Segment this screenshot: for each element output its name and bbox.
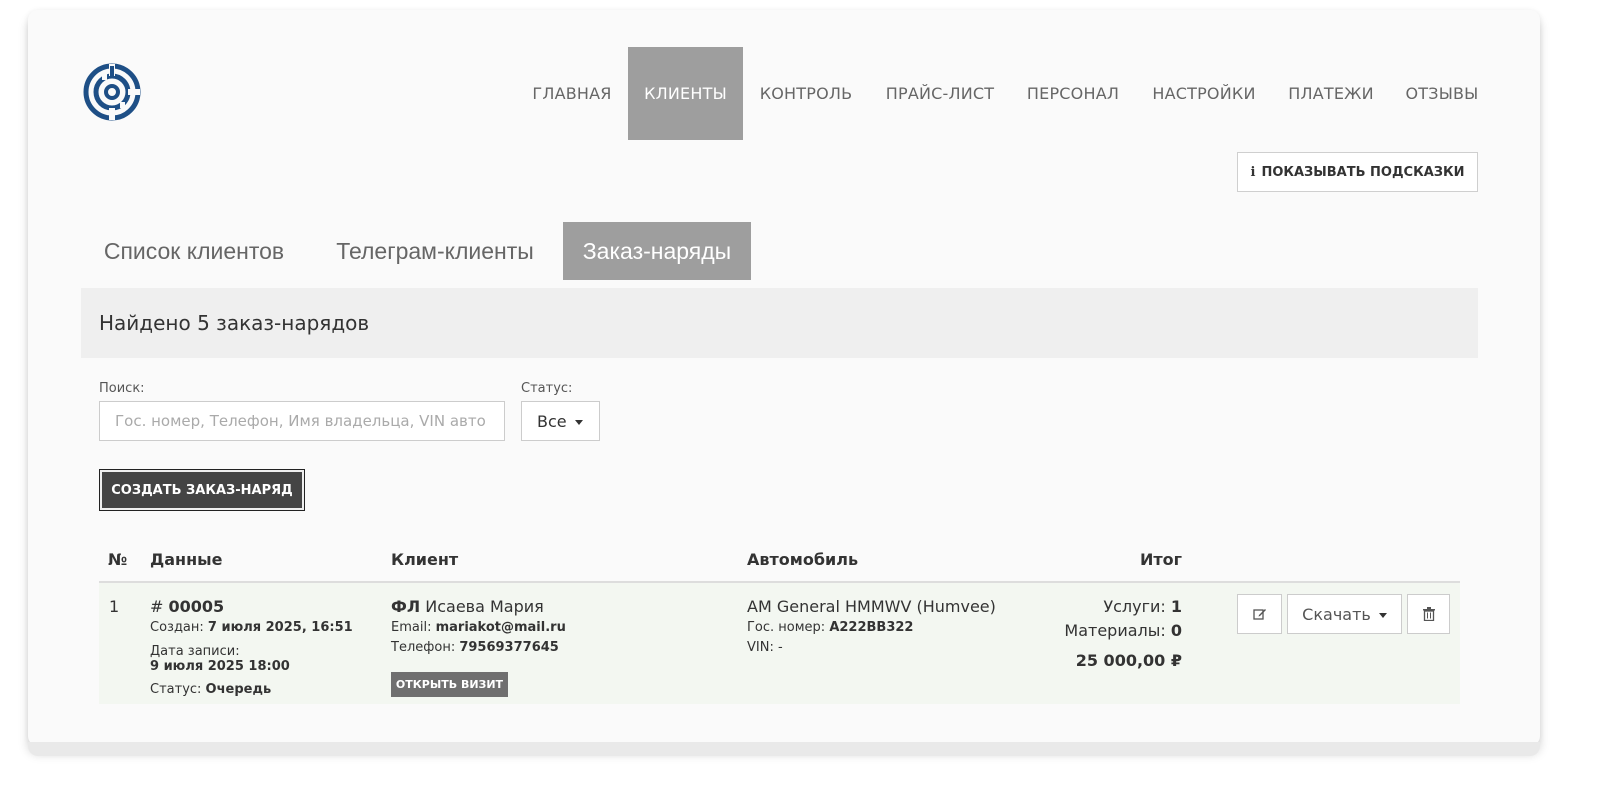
search-label: Поиск: bbox=[99, 381, 145, 396]
open-visit-button[interactable]: ОТКРЫТЬ ВИЗИТ bbox=[391, 672, 508, 697]
tab-telegram-clients[interactable]: Телеграм-клиенты bbox=[315, 222, 555, 280]
tab-client-list[interactable]: Список клиентов bbox=[81, 222, 307, 280]
col-header-data: Данные bbox=[150, 550, 223, 569]
search-input[interactable] bbox=[99, 401, 505, 441]
info-icon: i bbox=[1250, 164, 1256, 180]
caret-down-icon bbox=[574, 419, 583, 425]
results-header: Найдено 5 заказ-нарядов bbox=[81, 288, 1478, 358]
status-select[interactable]: Все bbox=[521, 401, 600, 441]
car-plate: Гос. номер: А222ВВ322 bbox=[747, 620, 914, 635]
order-total: 25 000,00 ₽ bbox=[1075, 651, 1182, 670]
download-label: Скачать bbox=[1302, 604, 1371, 624]
nav-item-control[interactable]: КОНТРОЛЬ bbox=[752, 47, 860, 140]
nav-item-clients[interactable]: КЛИЕНТЫ bbox=[628, 47, 743, 140]
nav-item-payments[interactable]: ПЛАТЕЖИ bbox=[1282, 47, 1380, 140]
status-value: Все bbox=[537, 411, 567, 431]
nav-item-settings[interactable]: НАСТРОЙКИ bbox=[1145, 47, 1263, 140]
nav-item-staff[interactable]: ПЕРСОНАЛ bbox=[1020, 47, 1126, 140]
client-email: Email: mariakot@mail.ru bbox=[391, 620, 566, 635]
services-count: Услуги: 1 bbox=[1103, 597, 1182, 616]
edit-button[interactable] bbox=[1237, 594, 1282, 634]
appointment-date: 9 июля 2025 18:00 bbox=[150, 659, 290, 674]
client-name[interactable]: ФЛ Исаева Мария bbox=[391, 597, 544, 616]
edit-icon bbox=[1252, 609, 1266, 620]
status-label: Статус: bbox=[521, 381, 573, 396]
nav-item-reviews[interactable]: ОТЗЫВЫ bbox=[1398, 47, 1486, 140]
col-header-num: № bbox=[108, 550, 128, 569]
client-phone: Телефон: 79569377645 bbox=[391, 640, 559, 655]
trash-icon bbox=[1422, 607, 1435, 621]
show-hints-label: ПОКАЗЫВАТЬ ПОДСКАЗКИ bbox=[1261, 164, 1465, 180]
nav-item-pricelist[interactable]: ПРАЙС-ЛИСТ bbox=[878, 47, 1002, 140]
order-status: Статус: Очередь bbox=[150, 682, 272, 697]
car-model: AM General HMMWV (Humvee) bbox=[747, 597, 996, 616]
appointment-label: Дата записи: bbox=[150, 644, 240, 659]
results-count: Найдено 5 заказ-нарядов bbox=[99, 311, 370, 335]
row-number: 1 bbox=[109, 597, 120, 616]
caret-down-icon bbox=[1378, 612, 1387, 618]
col-header-total: Итог bbox=[1139, 550, 1182, 569]
create-work-order-button[interactable]: СОЗДАТЬ ЗАКАЗ-НАРЯД bbox=[99, 469, 305, 511]
download-button[interactable]: Скачать bbox=[1287, 594, 1402, 634]
main-nav: ГЛАВНАЯ КЛИЕНТЫ КОНТРОЛЬ ПРАЙС-ЛИСТ ПЕРС… bbox=[0, 47, 1538, 140]
materials-count: Материалы: 0 bbox=[1064, 621, 1182, 640]
order-number[interactable]: # 00005 bbox=[150, 597, 224, 616]
nav-item-main[interactable]: ГЛАВНАЯ bbox=[525, 47, 619, 140]
car-vin: VIN: - bbox=[747, 640, 783, 655]
col-header-car: Автомобиль bbox=[747, 550, 859, 569]
show-hints-button[interactable]: i ПОКАЗЫВАТЬ ПОДСКАЗКИ bbox=[1237, 152, 1478, 192]
tab-work-orders[interactable]: Заказ-наряды bbox=[563, 222, 751, 280]
order-created: Создан: 7 июля 2025, 16:51 bbox=[150, 620, 353, 635]
col-header-client: Клиент bbox=[391, 550, 459, 569]
window-bottom-edge bbox=[28, 742, 1540, 756]
delete-button[interactable] bbox=[1407, 594, 1450, 634]
